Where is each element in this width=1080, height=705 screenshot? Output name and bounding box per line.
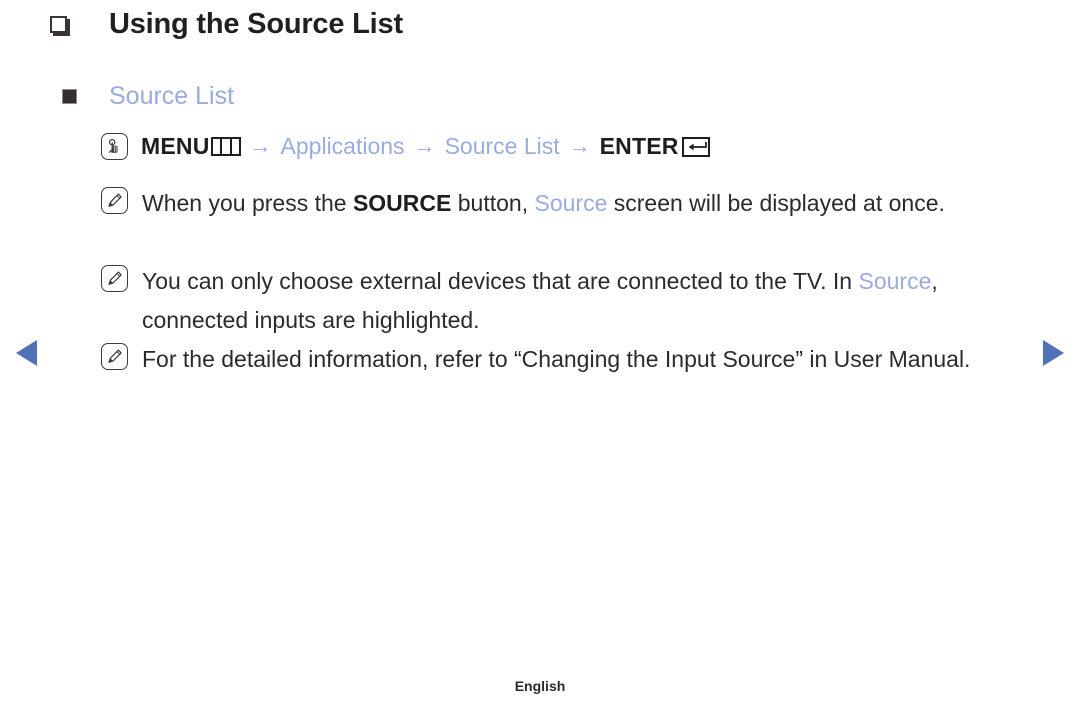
page-title: Using the Source List xyxy=(109,8,403,40)
note-2-seg-1: Source xyxy=(858,268,932,294)
note-1-seg-0: When you press the xyxy=(142,190,353,216)
applications-label: Applications xyxy=(280,133,405,159)
return-arrow-icon xyxy=(681,136,710,157)
section-heading-row: Source List xyxy=(62,84,234,109)
note-2-seg-0: You can only choose external devices tha… xyxy=(142,268,859,294)
note-pencil-icon xyxy=(101,343,128,370)
note-pencil-icon xyxy=(101,187,128,214)
note-1-seg-2: button, xyxy=(451,190,535,216)
path-arrow-3: → xyxy=(568,132,591,158)
enter-label: ENTER xyxy=(599,133,679,159)
menu-label: MENU xyxy=(141,133,210,159)
note-item: When you press the SOURCE button, Source… xyxy=(101,184,945,223)
triangle-right-icon[interactable] xyxy=(1043,340,1064,366)
note-1-seg-3: Source xyxy=(534,190,608,216)
menu-path: MENU → Applications → Source List → ENTE… xyxy=(101,133,710,160)
note-text: For the detailed information, refer to “… xyxy=(142,340,970,379)
note-item: You can only choose external devices tha… xyxy=(101,262,987,340)
note-pencil-icon xyxy=(101,265,128,292)
menu-bars-icon xyxy=(210,137,241,156)
square-bullet-icon xyxy=(50,16,67,33)
page-title-row: Using the Source List xyxy=(50,10,403,39)
remote-press-icon xyxy=(101,133,128,160)
triangle-left-icon[interactable] xyxy=(16,340,37,366)
ebook-page: Using the Source List Source List MENU →… xyxy=(0,0,1080,705)
note-1-seg-4: screen will be displayed at once. xyxy=(607,190,945,216)
source-list-label: Source List xyxy=(444,133,560,159)
note-1-seg-1: SOURCE xyxy=(352,190,452,216)
note-text: You can only choose external devices tha… xyxy=(142,262,987,340)
note-item: For the detailed information, refer to “… xyxy=(101,340,970,379)
section-heading: Source List xyxy=(109,82,235,110)
footer-language: English xyxy=(514,678,566,694)
path-arrow-1: → xyxy=(249,132,272,158)
note-text: When you press the SOURCE button, Source… xyxy=(142,184,945,223)
path-arrow-2: → xyxy=(413,132,436,158)
filled-square-bullet-icon xyxy=(62,89,77,104)
note-3-seg-0: For the detailed information, refer to “… xyxy=(142,346,971,372)
